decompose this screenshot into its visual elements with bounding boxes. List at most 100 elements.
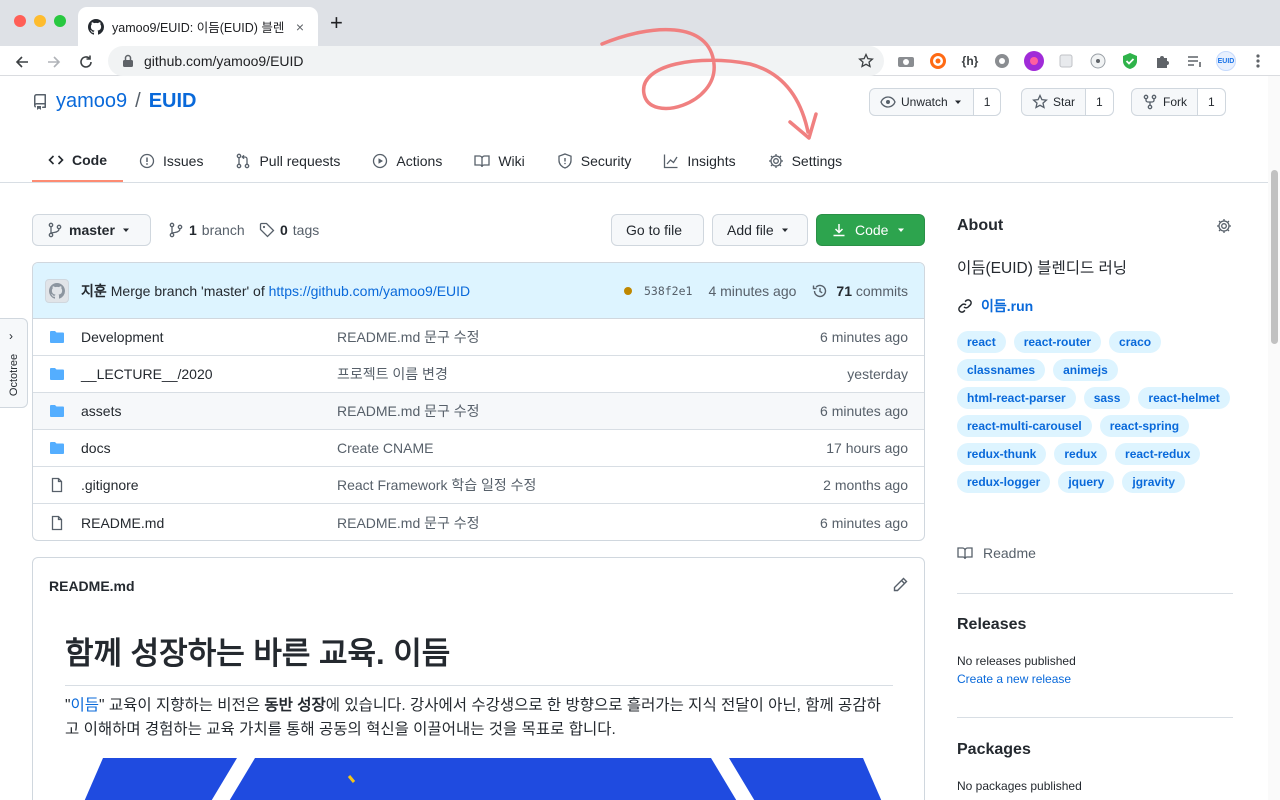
- watch-count[interactable]: 1: [973, 89, 1001, 115]
- grid-extension-icon[interactable]: [1056, 51, 1076, 71]
- topic-tag[interactable]: redux-thunk: [957, 443, 1047, 465]
- topic-tag[interactable]: animejs: [1053, 359, 1118, 381]
- file-commit-message-link[interactable]: README.md 문구 수정: [337, 327, 820, 347]
- tab-security[interactable]: Security: [541, 140, 648, 182]
- back-button[interactable]: [10, 50, 34, 74]
- tab-settings[interactable]: Settings: [752, 140, 859, 182]
- repo-owner-link[interactable]: yamoo9: [56, 90, 127, 113]
- readme-sidebar-link[interactable]: Readme: [957, 545, 1036, 561]
- topic-tag[interactable]: craco: [1109, 331, 1162, 353]
- topic-tag[interactable]: react-router: [1013, 331, 1102, 353]
- table-row[interactable]: .gitignore React Framework 학습 일정 수정 2 mont…: [33, 467, 924, 504]
- file-name-link[interactable]: assets: [81, 403, 337, 419]
- tags-link[interactable]: 0 tags: [259, 222, 319, 238]
- file-commit-message-link[interactable]: README.md 문구 수정: [337, 513, 820, 533]
- page-scrollbar[interactable]: [1268, 76, 1280, 800]
- reload-button[interactable]: [74, 50, 98, 74]
- camera-extension-icon[interactable]: [896, 51, 916, 71]
- reading-list-icon[interactable]: [1184, 51, 1204, 71]
- topic-tag[interactable]: react-redux: [1115, 443, 1201, 465]
- profile-avatar[interactable]: EUID: [1216, 51, 1236, 71]
- tab-code[interactable]: Code: [32, 140, 123, 182]
- table-row[interactable]: __LECTURE__/2020 프로젝트 이름 변경 yesterday: [33, 356, 924, 393]
- commit-message-text[interactable]: Merge branch 'master' of: [111, 283, 265, 299]
- topic-tag[interactable]: react: [957, 331, 1006, 353]
- file-name-link[interactable]: docs: [81, 440, 337, 456]
- add-file-button[interactable]: Add file: [712, 214, 808, 246]
- topic-tag[interactable]: html-react-parser: [957, 387, 1076, 409]
- releases-title[interactable]: Releases: [957, 616, 1026, 634]
- code-download-button[interactable]: Code: [816, 214, 925, 246]
- packages-title[interactable]: Packages: [957, 741, 1031, 759]
- file-name-link[interactable]: __LECTURE__/2020: [81, 366, 337, 382]
- star-main[interactable]: Star: [1022, 89, 1087, 115]
- address-bar[interactable]: github.com/yamoo9/EUID: [108, 46, 884, 76]
- purple-extension-icon[interactable]: [1024, 51, 1044, 71]
- tab-pull-requests[interactable]: Pull requests: [219, 140, 356, 182]
- settings-extension-icon[interactable]: [992, 51, 1012, 71]
- puzzle-extension-icon[interactable]: [1152, 51, 1172, 71]
- topic-tag[interactable]: react-multi-carousel: [957, 415, 1092, 437]
- pencil-icon[interactable]: [892, 577, 908, 593]
- new-tab-button[interactable]: +: [330, 12, 343, 34]
- file-commit-message-link[interactable]: Create CNAME: [337, 440, 826, 456]
- topic-tag[interactable]: redux: [1054, 443, 1108, 465]
- table-row[interactable]: docs Create CNAME 17 hours ago: [33, 430, 924, 467]
- commits-link[interactable]: 71 commits: [836, 283, 908, 299]
- star-button[interactable]: Star 1: [1021, 88, 1114, 116]
- face-extension-icon[interactable]: [1088, 51, 1108, 71]
- octotree-toggle[interactable]: › Octotree: [0, 318, 28, 408]
- file-commit-message-link[interactable]: 프로젝트 이름 변경: [337, 364, 847, 384]
- file-name-link[interactable]: .gitignore: [81, 477, 337, 493]
- topic-tag[interactable]: react-helmet: [1138, 387, 1230, 409]
- topic-tag[interactable]: react-spring: [1099, 415, 1190, 437]
- forward-button[interactable]: [42, 50, 66, 74]
- fork-button[interactable]: Fork 1: [1131, 88, 1226, 116]
- file-commit-message-link[interactable]: React Framework 학습 일정 수정: [337, 475, 823, 495]
- avatar[interactable]: [45, 278, 69, 303]
- gear-icon[interactable]: [1216, 218, 1232, 234]
- browser-tab[interactable]: yamoo9/EUID: 이듬(EUID) 블렌디드 러닝 ×: [78, 7, 318, 46]
- unwatch-main[interactable]: Unwatch: [870, 89, 974, 115]
- tab-actions[interactable]: Actions: [356, 140, 458, 182]
- scrollbar-thumb[interactable]: [1271, 170, 1278, 344]
- branches-link[interactable]: 1 branch: [168, 222, 245, 238]
- b-extension-icon[interactable]: [928, 51, 948, 71]
- file-name-link[interactable]: README.md: [81, 515, 337, 531]
- file-commit-message-link[interactable]: README.md 문구 수정: [337, 401, 820, 421]
- go-to-file-button[interactable]: Go to file: [611, 214, 704, 246]
- fork-count[interactable]: 1: [1198, 89, 1225, 115]
- readme-link[interactable]: 이듬: [71, 697, 100, 714]
- create-release-link[interactable]: Create a new release: [957, 672, 1071, 686]
- commit-status-dot[interactable]: [623, 287, 632, 295]
- commit-author[interactable]: 지훈: [81, 281, 107, 301]
- window-minimize-button[interactable]: [34, 15, 46, 27]
- topic-tag[interactable]: classnames: [957, 359, 1046, 381]
- repo-name-link[interactable]: EUID: [149, 90, 197, 113]
- topic-tag[interactable]: redux-logger: [957, 471, 1051, 493]
- bookmark-star-icon[interactable]: [858, 53, 874, 69]
- topic-tag[interactable]: jgravity: [1122, 471, 1186, 493]
- window-zoom-button[interactable]: [54, 15, 66, 27]
- html-extension-icon[interactable]: {h}: [960, 51, 980, 71]
- file-name-link[interactable]: Development: [81, 329, 337, 345]
- table-row[interactable]: assets README.md 문구 수정 6 minutes ago: [33, 393, 924, 430]
- tab-wiki[interactable]: Wiki: [458, 140, 540, 182]
- topic-tag[interactable]: jquery: [1058, 471, 1115, 493]
- fork-main[interactable]: Fork: [1132, 89, 1198, 115]
- shield-extension-icon[interactable]: [1120, 51, 1140, 71]
- chrome-menu-icon[interactable]: [1248, 51, 1268, 71]
- table-row[interactable]: README.md README.md 문구 수정 6 minutes ago: [33, 504, 924, 540]
- table-row[interactable]: Development README.md 문구 수정 6 minutes ago: [33, 319, 924, 356]
- unwatch-button[interactable]: Unwatch 1: [869, 88, 1002, 116]
- window-close-button[interactable]: [14, 15, 26, 27]
- branch-select-button[interactable]: master: [32, 214, 151, 246]
- tab-close-icon[interactable]: ×: [292, 19, 308, 35]
- tab-insights[interactable]: Insights: [647, 140, 751, 182]
- commit-sha[interactable]: 538f2e1: [644, 284, 692, 298]
- tab-issues[interactable]: Issues: [123, 140, 219, 182]
- homepage-link[interactable]: 이듬.run: [957, 296, 1033, 316]
- commit-message-link[interactable]: https://github.com/yamoo9/EUID: [269, 283, 471, 299]
- star-count[interactable]: 1: [1086, 89, 1113, 115]
- topic-tag[interactable]: sass: [1083, 387, 1131, 409]
